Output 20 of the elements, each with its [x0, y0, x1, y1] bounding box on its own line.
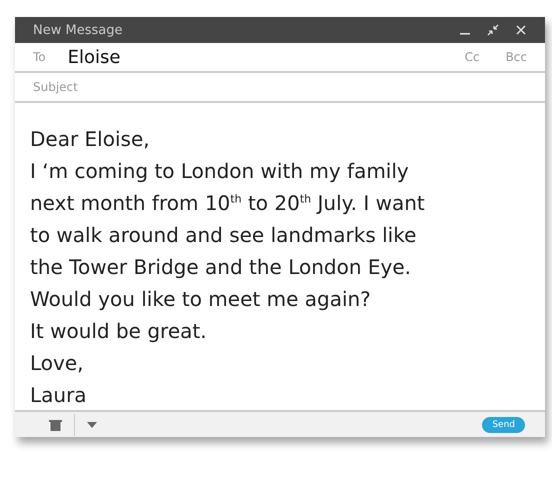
message-line: the Tower Bridge and the London Eye.	[30, 254, 412, 281]
message-line: Would you like to meet me again?	[30, 286, 372, 313]
recipient-field[interactable]: Eloise	[68, 46, 120, 68]
message-line: Dear Eloise,	[30, 126, 151, 153]
subject-field[interactable]: Subject	[33, 80, 233, 94]
collapse-icon[interactable]	[487, 24, 499, 36]
caret-icon[interactable]	[87, 422, 97, 428]
window-title: New Message	[33, 22, 124, 38]
close-icon[interactable]	[515, 24, 527, 36]
send-button[interactable]: Send	[482, 416, 525, 432]
to-label: To	[33, 50, 46, 64]
message-line: Love,	[30, 350, 85, 377]
cc-link[interactable]: Cc	[464, 50, 480, 64]
bcc-link[interactable]: Bcc	[506, 50, 527, 64]
message-line: Laura	[30, 382, 88, 409]
message-line: It would be great.	[30, 318, 208, 345]
message-line: next month from 10$^{th}$ to 20$^{th}$ July. I want	[30, 190, 426, 217]
trash-icon[interactable]	[49, 418, 62, 430]
message-line: I ‘m coming to London with my family	[30, 158, 410, 185]
message-line: to walk around and see landmarks like	[30, 222, 418, 249]
